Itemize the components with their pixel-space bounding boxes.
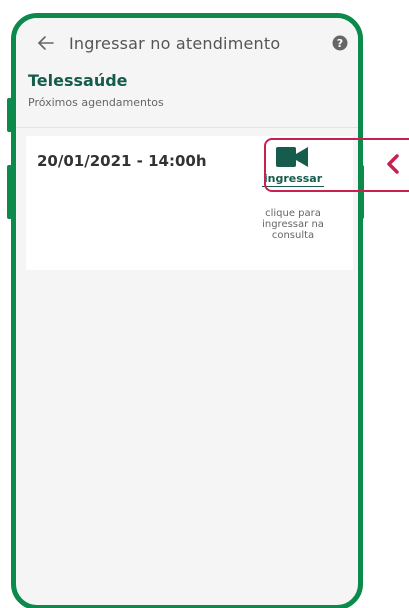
join-hint-text: clique para ingressar na consulta [262,208,324,241]
arrow-left-icon[interactable] [37,34,55,52]
header-divider [16,127,358,128]
section-title: Telessaúde [28,71,128,90]
page-title: Ingressar no atendimento [69,34,281,53]
tutorial-canvas: Ingressar no atendimento ? Telessaúde Pr… [0,0,409,608]
section-subtitle: Próximos agendamentos [28,96,164,109]
chevron-left-icon [387,154,399,174]
svg-text:?: ? [337,37,343,50]
question-circle-icon[interactable]: ? [332,35,348,51]
appointment-datetime: 20/01/2021 - 14:00h [37,152,207,170]
app-header: Ingressar no atendimento ? Telessaúde Pr… [16,18,358,134]
phone-frame: Ingressar no atendimento ? Telessaúde Pr… [11,13,363,608]
